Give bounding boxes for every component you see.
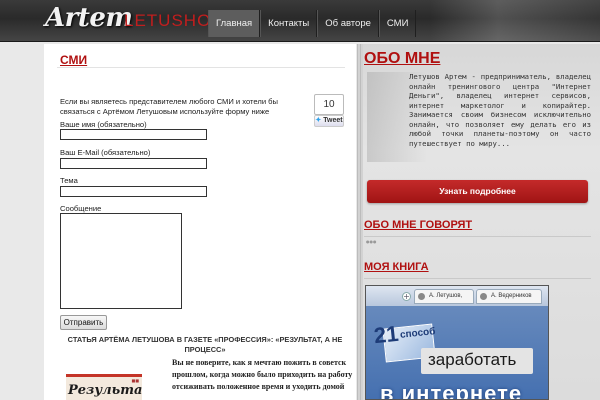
favicon-icon (480, 293, 487, 300)
nav-item-home[interactable]: Главная (208, 10, 261, 37)
book-earn-text: заработать (428, 350, 517, 369)
article-line: Вы не поверите, как я мечтаю пожить в со… (172, 358, 347, 367)
sidebar: ОБО МНЕ Летушов Артем - предприниматель,… (357, 44, 600, 400)
logo-first-name[interactable]: Artem (45, 3, 133, 33)
tweet-button[interactable]: ✦ Tweet (314, 115, 344, 127)
book-cover[interactable]: + А. Летушов, А. Ведерников 21 способ за… (365, 285, 549, 400)
message-label: Сообщение (60, 204, 102, 213)
book-heading[interactable]: МОЯ КНИГА (364, 261, 429, 273)
book-number: 21 (372, 320, 400, 349)
submit-button[interactable]: Отправить (60, 315, 107, 330)
book-divider (364, 278, 591, 279)
book-author-1: А. Летушов, (429, 293, 463, 299)
subject-field[interactable] (60, 186, 207, 197)
newspaper-headline: Результат (68, 383, 142, 398)
favicon-icon (418, 293, 425, 300)
plus-icon: + (402, 292, 411, 301)
learn-more-button[interactable]: Узнать подробнее (367, 180, 588, 203)
sidebar-stripe (357, 44, 363, 400)
subject-label: Тема (60, 176, 78, 185)
reviews-placeholder-icon: ●●● (366, 239, 377, 244)
header-gloss (430, 0, 600, 41)
tweet-label: Tweet (323, 117, 343, 124)
book-author-tab: А. Ведерников (476, 289, 542, 304)
book-author-tab: А. Летушов, (414, 289, 474, 304)
intro-text: Если вы являетесь представителем любого … (60, 97, 278, 116)
newspaper-image: ■■ Результат (66, 374, 142, 400)
book-author-2: А. Ведерников (491, 293, 532, 299)
about-text: Летушов Артем - предприниматель, владеле… (409, 72, 591, 148)
book-internet-text: в интернете (380, 381, 523, 400)
nav-item-contacts[interactable]: Контакты (260, 10, 318, 37)
main-content: СМИ Если вы являетесь представителем люб… (44, 44, 356, 400)
page-title[interactable]: СМИ (60, 53, 87, 67)
about-heading[interactable]: ОБО МНЕ (364, 50, 440, 68)
site-header: Artem LETUSHOV Главная Контакты Об автор… (0, 0, 600, 42)
article-title[interactable]: СТАТЬЯ АРТЁМА ЛЕТУШОВА В ГАЗЕТЕ «ПРОФЕСС… (60, 335, 350, 355)
reviews-heading[interactable]: ОБО МНЕ ГОВОРЯТ (364, 219, 472, 231)
twitter-bird-icon: ✦ (315, 117, 322, 124)
title-bar (57, 50, 345, 68)
tweet-count: 10 (314, 94, 344, 115)
name-field[interactable] (60, 129, 207, 140)
main-nav: Главная Контакты Об авторе СМИ (208, 10, 417, 37)
nav-item-about-author[interactable]: Об авторе (317, 10, 379, 37)
article-line: прошлом, когда можно было приходить на р… (172, 370, 353, 379)
name-label: Ваше имя (обязательно) (60, 120, 147, 129)
reviews-divider (364, 236, 591, 237)
message-textarea[interactable] (60, 213, 182, 309)
email-field[interactable] (60, 158, 207, 169)
article-line: отсиживать положенное время и уходить до… (172, 382, 345, 391)
article-text: Вы не поверите, как я мечтаю пожить в со… (172, 357, 372, 393)
email-label: Ваш E-Mail (обязательно) (60, 148, 151, 157)
nav-item-media[interactable]: СМИ (378, 10, 417, 37)
